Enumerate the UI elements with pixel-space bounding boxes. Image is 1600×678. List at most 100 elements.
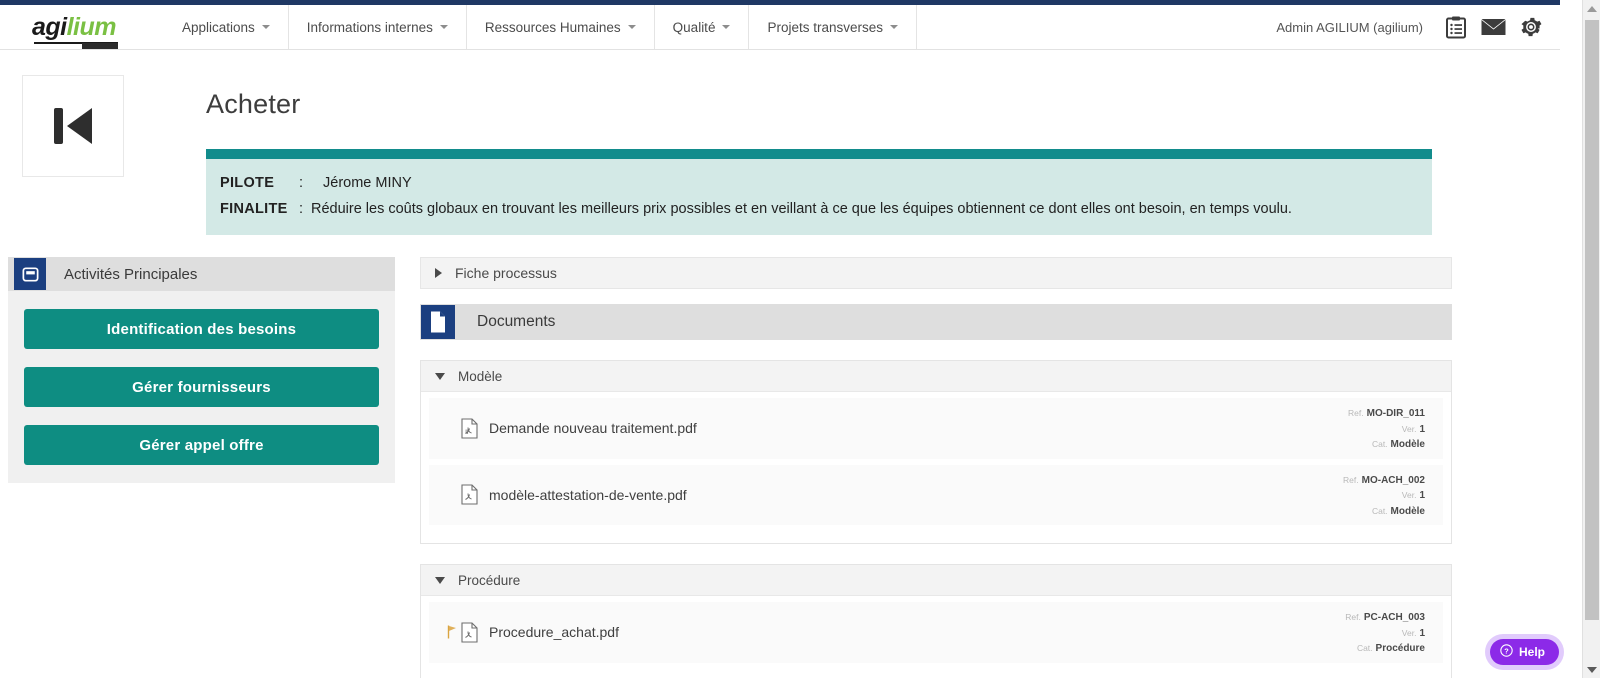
scroll-down-arrow-icon[interactable] — [1583, 661, 1600, 678]
meta-cat: Cat. Procédure — [1345, 640, 1425, 656]
document-row[interactable]: Procedure_achat.pdf Ref. PC-ACH_003 Ver. 1… — [429, 602, 1443, 663]
nav-label: Informations internes — [306, 19, 433, 35]
meta-cat-label: Cat. — [1356, 643, 1373, 653]
chevron-down-icon — [722, 25, 731, 29]
document-name: Procedure_achat.pdf — [489, 624, 619, 641]
document-group-header[interactable]: Modèle — [421, 361, 1451, 392]
document-name: modèle-attestation-de-vente.pdf — [489, 486, 687, 503]
pilote-colon: : — [299, 175, 304, 191]
meta-ref: Ref. MO-ACH_002 — [1343, 472, 1425, 488]
process-header: Acheter PILOTE : Jérome MINY FINALITE : … — [0, 51, 1560, 235]
page-title: Acheter — [206, 89, 301, 119]
document-group-header[interactable]: Procédure — [421, 565, 1451, 596]
scrollbar-thumb[interactable] — [1585, 20, 1599, 620]
finalite-value: Réduire les coûts globaux en trouvant le… — [311, 201, 1292, 217]
document-row[interactable]: modèle-attestation-de-vente.pdf Ref. MO-A… — [429, 464, 1443, 525]
document-list: װ Demande nouveau traitement.pdf Ref. MO-… — [421, 392, 1451, 543]
svg-text:?: ? — [1504, 646, 1509, 655]
gear-icon[interactable] — [1520, 16, 1542, 38]
meta-ref-value: MO-ACH_002 — [1361, 474, 1425, 486]
document-name: Demande nouveau traitement.pdf — [489, 420, 697, 437]
pilote-label: PILOTE — [220, 175, 275, 191]
chevron-down-icon — [439, 25, 448, 29]
nav-item-qualite[interactable]: Qualité — [653, 5, 749, 49]
nav-item-ressources-humaines[interactable]: Ressources Humaines — [465, 5, 654, 49]
meta-ref: Ref. MO-DIR_011 — [1348, 405, 1425, 421]
main-navbar: agilium Applications Informations intern… — [0, 5, 1560, 50]
meta-ver-value: 1 — [1419, 627, 1425, 639]
chevron-down-icon — [261, 25, 270, 29]
current-user-label: Admin AGILIUM (agilium) — [1276, 19, 1423, 35]
document-list: Procedure_achat.pdf Ref. PC-ACH_003 Ver. 1… — [421, 596, 1451, 678]
meta-ver-label: Ver. — [1401, 423, 1417, 434]
accordion-fiche-processus[interactable]: Fiche processus — [420, 257, 1452, 289]
finalite-row: FINALITE : Réduire les coûts globaux en … — [220, 196, 1418, 222]
document-group-modele: Modèle װ Demande nouveau traitement.pdf … — [420, 360, 1452, 544]
activity-button-gerer-appel-offre[interactable]: Gérer appel offre — [24, 425, 379, 465]
scroll-up-arrow-icon[interactable] — [1583, 0, 1600, 17]
finalite-label: FINALITE — [220, 201, 288, 217]
activity-button-gerer-fournisseurs[interactable]: Gérer fournisseurs — [24, 367, 379, 407]
meta-cat-label: Cat. — [1371, 439, 1388, 449]
triangle-down-icon — [435, 372, 445, 380]
agilium-logo: agilium — [31, 12, 119, 49]
chevron-down-icon — [890, 25, 898, 29]
help-button-label: Help — [1518, 645, 1545, 659]
meta-ref: Ref. PC-ACH_003 — [1345, 609, 1425, 625]
document-group-title: Modèle — [458, 368, 503, 384]
meta-ver-label: Ver. — [1401, 627, 1417, 638]
activities-panel-header: Activités Principales — [8, 257, 395, 291]
flag-icon — [447, 625, 461, 639]
page-scrollbar[interactable] — [1582, 0, 1600, 678]
pilote-value: Jérome MINY — [323, 175, 412, 191]
meta-ver: Ver. 1 — [1343, 487, 1425, 503]
logo-text-part1: agi — [31, 12, 67, 41]
document-metadata: Ref. MO-DIR_011 Ver. 1 Cat. Modèle — [1348, 405, 1429, 452]
document-metadata: Ref. MO-ACH_002 Ver. 1 Cat. Modèle — [1343, 472, 1429, 519]
meta-cat-value: Procédure — [1375, 643, 1425, 654]
document-row[interactable]: װ Demande nouveau traitement.pdf Ref. MO-… — [429, 398, 1443, 459]
activities-panel-title: Activités Principales — [64, 265, 198, 283]
question-circle-icon: ? — [1500, 644, 1513, 660]
page-content: Acheter PILOTE : Jérome MINY FINALITE : … — [0, 51, 1560, 678]
help-button[interactable]: ? Help — [1484, 634, 1564, 670]
documents-panel: Fiche processus Documents Modèle װ Deman… — [420, 257, 1452, 678]
document-page-icon — [421, 305, 455, 339]
logo-text-part2: lium — [66, 12, 117, 41]
brand-logo[interactable]: agilium — [0, 5, 140, 49]
meta-cat-value: Modèle — [1390, 439, 1425, 450]
meta-cat-label: Cat. — [1371, 505, 1388, 516]
triangle-down-icon — [435, 576, 445, 584]
logo-tagline-bar — [82, 42, 119, 49]
nav-item-informations-internes[interactable]: Informations internes — [287, 5, 466, 49]
activities-panel: Activités Principales Identification des… — [8, 257, 395, 483]
meta-ref-label: Ref. — [1345, 612, 1361, 622]
envelope-icon[interactable] — [1481, 18, 1506, 37]
nav-item-projets-transverses[interactable]: Projets transverses — [748, 5, 917, 49]
meta-cat: Cat. Modèle — [1343, 503, 1425, 519]
skip-to-start-icon — [54, 108, 92, 144]
meta-ref-label: Ref. — [1348, 408, 1364, 418]
nav-label: Ressources Humaines — [484, 19, 621, 35]
finalite-colon: : — [299, 201, 304, 217]
pdf-file-icon — [461, 622, 478, 643]
meta-ver-label: Ver. — [1401, 490, 1417, 500]
meta-cat: Cat. Modèle — [1348, 436, 1425, 452]
accent-bar — [206, 149, 1432, 159]
documents-section-header: Documents — [420, 304, 1452, 340]
content-columns: Activités Principales Identification des… — [0, 257, 1560, 678]
chevron-down-icon — [627, 25, 636, 29]
nav-item-applications[interactable]: Applications — [164, 5, 288, 49]
accordion-label: Fiche processus — [455, 265, 557, 281]
help-button-inner: ? Help — [1489, 639, 1559, 665]
clipboard-icon[interactable] — [1445, 16, 1467, 39]
activity-button-identification-des-besoins[interactable]: Identification des besoins — [24, 309, 379, 349]
documents-section-title: Documents — [477, 313, 556, 330]
process-info-box: PILOTE : Jérome MINY FINALITE : Réduire … — [206, 159, 1432, 235]
nav-label: Projets transverses — [767, 19, 883, 35]
nav-label: Applications — [182, 19, 255, 35]
process-title-area: Acheter PILOTE : Jérome MINY FINALITE : … — [206, 75, 1432, 235]
pdf-file-icon: װ — [461, 418, 478, 439]
meta-ver-value: 1 — [1419, 490, 1425, 501]
meta-ref-value: MO-DIR_011 — [1366, 408, 1425, 419]
